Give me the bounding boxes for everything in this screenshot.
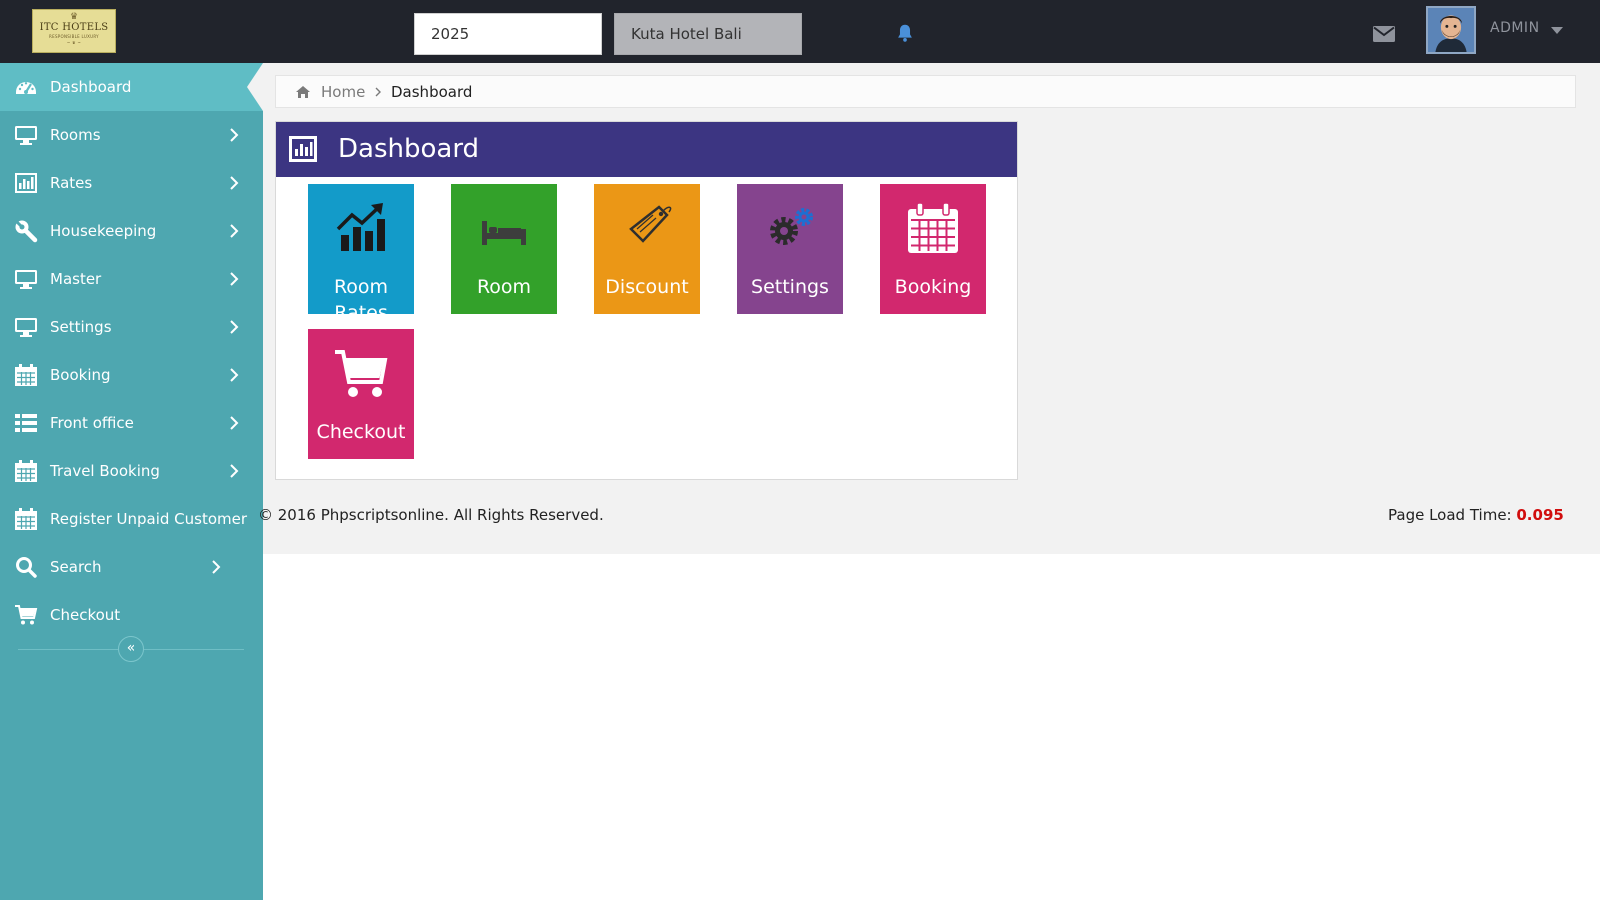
sidebar-item-register-unpaid-customer[interactable]: Register Unpaid Customer bbox=[0, 495, 263, 543]
sidebar-item-search[interactable]: Search bbox=[0, 543, 263, 591]
sidebar-item-label: Register Unpaid Customer bbox=[50, 510, 248, 528]
caret-down-icon[interactable] bbox=[1550, 26, 1564, 36]
avatar-illustration-icon bbox=[1428, 8, 1474, 52]
cart-icon bbox=[335, 350, 388, 397]
tile-label: Settings bbox=[751, 276, 829, 298]
chevron-right-icon bbox=[230, 224, 239, 238]
sidebar-item-front-office[interactable]: Front office bbox=[0, 399, 263, 447]
load-time-value: 0.095 bbox=[1516, 506, 1564, 524]
year-select[interactable]: 2025 bbox=[414, 13, 602, 55]
tile-label: Checkout bbox=[316, 421, 406, 443]
bed-icon bbox=[482, 221, 526, 245]
hotel-select[interactable]: Kuta Hotel Bali bbox=[614, 13, 802, 55]
sidebar-item-housekeeping[interactable]: Housekeeping bbox=[0, 207, 263, 255]
sidebar-item-label: Travel Booking bbox=[50, 462, 160, 480]
sidebar-item-label: Rates bbox=[50, 174, 93, 192]
tile-settings[interactable]: Settings bbox=[737, 184, 843, 314]
tile-room[interactable]: Room bbox=[451, 184, 557, 314]
copyright-text: © 2016 Phpscriptsonline. All Rights Rese… bbox=[258, 506, 604, 524]
user-name[interactable]: ADMIN bbox=[1490, 20, 1540, 36]
sidebar-item-label: Master bbox=[50, 270, 102, 288]
sidebar-item-label: Search bbox=[50, 558, 102, 576]
sidebar-item-label: Housekeeping bbox=[50, 222, 157, 240]
breadcrumb-home-link[interactable]: Home bbox=[321, 83, 365, 101]
sidebar-item-checkout[interactable]: Checkout bbox=[0, 591, 263, 639]
sidebar-item-settings[interactable]: Settings bbox=[0, 303, 263, 351]
chevron-right-icon bbox=[212, 560, 221, 574]
logo-mark: ~ ♛ ~ bbox=[66, 40, 82, 45]
calendar-icon bbox=[15, 460, 37, 482]
sidebar-item-label: Settings bbox=[50, 318, 112, 336]
chevron-right-icon bbox=[230, 272, 239, 286]
chevron-right-icon bbox=[230, 368, 239, 382]
cart-icon bbox=[15, 605, 38, 625]
sidebar-item-rooms[interactable]: Rooms bbox=[0, 111, 263, 159]
wrench-icon bbox=[15, 220, 38, 243]
sidebar-item-label: Booking bbox=[50, 366, 111, 384]
sidebar-item-master[interactable]: Master bbox=[0, 255, 263, 303]
tile-room-rates[interactable]: Room Rates bbox=[308, 184, 414, 314]
bell-icon[interactable] bbox=[894, 22, 916, 44]
tile-discount[interactable]: Discount bbox=[594, 184, 700, 314]
chevron-right-icon bbox=[230, 464, 239, 478]
tile-label: Booking bbox=[894, 276, 972, 298]
tile-booking[interactable]: Booking bbox=[880, 184, 986, 314]
gears-icon bbox=[770, 208, 813, 245]
tile-checkout[interactable]: Checkout bbox=[308, 329, 414, 459]
logo-crest-icon: ♛ bbox=[69, 12, 79, 22]
dashboard-icon bbox=[16, 82, 36, 94]
sidebar-item-dashboard[interactable]: Dashboard bbox=[0, 63, 263, 111]
bar-chart-icon bbox=[289, 136, 317, 162]
panel-title: Dashboard bbox=[338, 134, 480, 164]
monitor-icon bbox=[15, 126, 37, 145]
chevron-right-icon bbox=[230, 320, 239, 334]
load-time-label: Page Load Time: bbox=[1388, 506, 1517, 524]
price-tag-icon bbox=[629, 205, 672, 243]
trending-chart-icon bbox=[336, 203, 385, 251]
list-icon bbox=[15, 414, 37, 432]
sidebar-collapse-button[interactable]: « bbox=[118, 636, 144, 662]
monitor-icon bbox=[15, 270, 37, 289]
top-bar: ♛ ITC HOTELS RESPONSIBLE LUXURY ~ ♛ ~ 20… bbox=[0, 0, 1600, 63]
active-indicator bbox=[247, 63, 263, 111]
sidebar-item-travel-booking[interactable]: Travel Booking bbox=[0, 447, 263, 495]
calendar-icon bbox=[15, 364, 37, 386]
chevron-right-icon bbox=[230, 416, 239, 430]
panel-header: Dashboard bbox=[276, 122, 1017, 177]
sidebar-item-label: Dashboard bbox=[50, 78, 132, 96]
sidebar-item-label: Front office bbox=[50, 414, 134, 432]
page-load-time: Page Load Time: 0.095 bbox=[1388, 506, 1564, 524]
sidebar-item-rates[interactable]: Rates bbox=[0, 159, 263, 207]
dashboard-panel: Dashboard Room Rates Room Discount Setti… bbox=[275, 121, 1018, 480]
search-icon bbox=[16, 557, 37, 578]
chevron-right-icon bbox=[375, 87, 381, 97]
monitor-icon bbox=[15, 318, 37, 337]
chevron-right-icon bbox=[230, 128, 239, 142]
breadcrumb: Home Dashboard bbox=[275, 75, 1576, 108]
home-icon[interactable] bbox=[295, 84, 311, 100]
sidebar: Dashboard Rooms Rates Housekeeping Maste… bbox=[0, 63, 263, 900]
chevron-right-icon bbox=[230, 176, 239, 190]
avatar[interactable] bbox=[1426, 6, 1476, 54]
calendar-icon bbox=[908, 202, 958, 253]
sidebar-item-label: Checkout bbox=[50, 606, 121, 624]
logo-brand-text: ITC HOTELS bbox=[39, 22, 109, 33]
tile-label: Discount bbox=[605, 276, 689, 298]
hotel-logo[interactable]: ♛ ITC HOTELS RESPONSIBLE LUXURY ~ ♛ ~ bbox=[32, 9, 116, 53]
calendar-icon bbox=[15, 508, 37, 530]
envelope-icon[interactable] bbox=[1372, 24, 1396, 44]
breadcrumb-current: Dashboard bbox=[391, 83, 473, 101]
tile-label: Room Rates bbox=[333, 276, 389, 314]
bar-chart-icon bbox=[15, 173, 37, 193]
sidebar-item-booking[interactable]: Booking bbox=[0, 351, 263, 399]
tile-label: Room bbox=[476, 276, 532, 298]
sidebar-item-label: Rooms bbox=[50, 126, 101, 144]
